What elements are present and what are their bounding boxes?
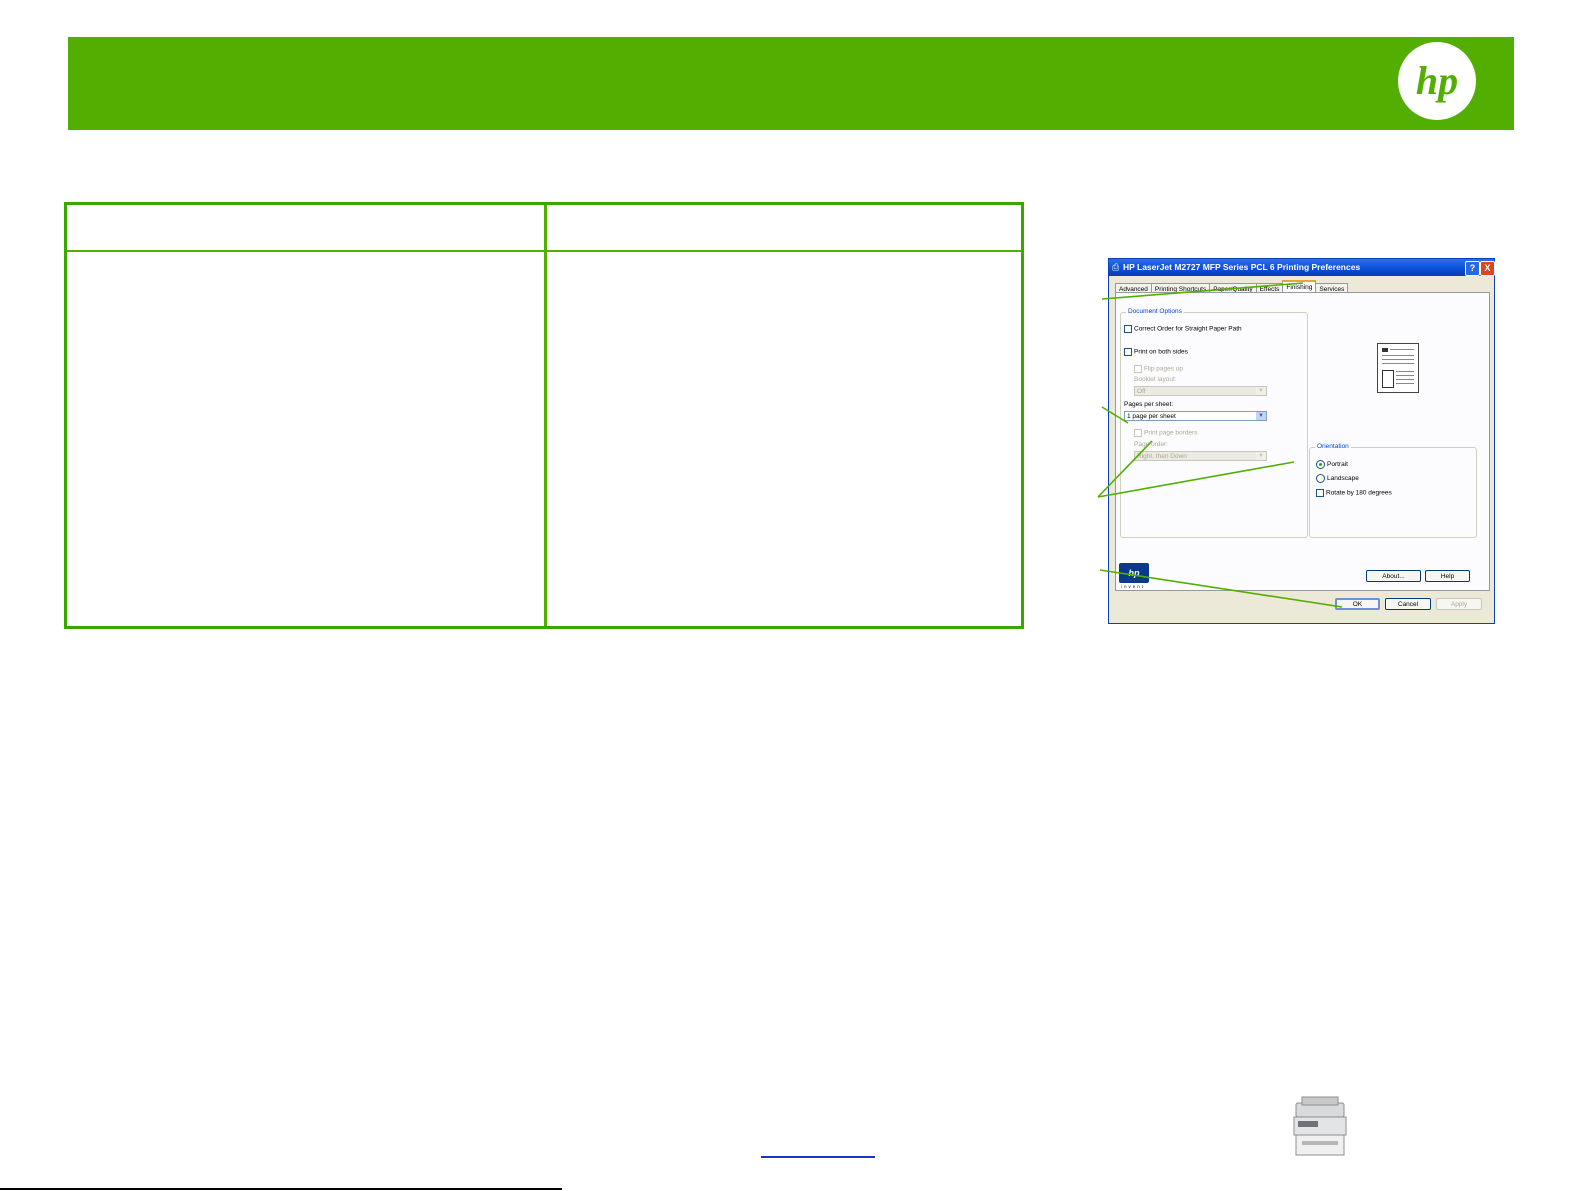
page-order-value: Right, then Down [1137, 453, 1187, 460]
printing-preferences-dialog: ⎙ HP LaserJet M2727 MFP Series PCL 6 Pri… [1108, 258, 1495, 624]
page-order-select[interactable]: Right, then Down ▼ [1134, 451, 1267, 461]
checkbox-box[interactable] [1316, 489, 1324, 497]
checkbox-box[interactable] [1134, 365, 1142, 373]
correct-order-label: Correct Order for Straight Paper Path [1134, 325, 1242, 333]
orientation-label: Orientation [1315, 443, 1351, 450]
dialog-titlebar[interactable]: ⎙ HP LaserJet M2727 MFP Series PCL 6 Pri… [1109, 259, 1495, 276]
flip-pages-up-checkbox[interactable]: Flip pages up [1134, 365, 1183, 373]
invent-tagline: invent [1121, 584, 1146, 589]
table-column-divider [544, 205, 547, 626]
print-both-sides-label: Print on both sides [1134, 348, 1188, 356]
footer-rule [0, 1188, 562, 1190]
correct-order-checkbox[interactable]: Correct Order for Straight Paper Path [1124, 325, 1242, 333]
chevron-down-icon: ▼ [1256, 387, 1266, 395]
chevron-down-icon: ▼ [1256, 412, 1266, 420]
tab-strip: Advanced Printing Shortcuts Paper/Quality E… [1115, 280, 1349, 295]
rotate-180-label: Rotate by 180 degrees [1326, 489, 1392, 497]
apply-button[interactable]: Apply [1436, 598, 1482, 610]
radio-icon[interactable] [1316, 474, 1325, 483]
pages-per-sheet-select[interactable]: 1 page per sheet ▼ [1124, 411, 1267, 421]
page-preview-image [1377, 343, 1419, 393]
hp-logo-icon: hp [1398, 42, 1476, 120]
footer-link-underline[interactable] [761, 1156, 875, 1158]
chevron-down-icon: ▼ [1256, 452, 1266, 460]
booklet-layout-label: Booklet layout: [1134, 376, 1177, 383]
landscape-radio[interactable]: Landscape [1316, 474, 1359, 483]
booklet-layout-select[interactable]: Off ▼ [1134, 386, 1267, 396]
checkbox-box[interactable] [1124, 325, 1132, 333]
orientation-group: Orientation Portrait Landscape Rotate by… [1309, 443, 1477, 538]
print-page-borders-label: Print page borders [1144, 429, 1198, 437]
help-button[interactable]: Help [1425, 570, 1470, 582]
close-title-button[interactable]: X [1480, 261, 1495, 276]
booklet-layout-value: Off [1137, 388, 1146, 395]
header-banner [68, 37, 1514, 130]
document-options-group: Document Options Correct Order for Strai… [1120, 308, 1308, 538]
checkbox-box[interactable] [1124, 348, 1132, 356]
print-both-sides-checkbox[interactable]: Print on both sides [1124, 348, 1188, 356]
hp-invent-logo-icon: hp [1119, 563, 1149, 583]
portrait-label: Portrait [1327, 461, 1348, 469]
portrait-radio[interactable]: Portrait [1316, 460, 1348, 469]
pages-per-sheet-label: Pages per sheet: [1124, 401, 1174, 408]
svg-text:hp: hp [1416, 58, 1458, 103]
print-page-borders-checkbox[interactable]: Print page borders [1134, 429, 1197, 437]
landscape-label: Landscape [1327, 475, 1359, 483]
dialog-title: HP LaserJet M2727 MFP Series PCL 6 Print… [1123, 262, 1361, 272]
page-order-label: Page order: [1134, 441, 1168, 448]
mfp-printer-icon [1293, 1096, 1347, 1156]
flip-pages-up-label: Flip pages up [1144, 365, 1184, 373]
document-options-label: Document Options [1126, 308, 1184, 315]
about-button[interactable]: About... [1366, 570, 1421, 582]
rotate-180-checkbox[interactable]: Rotate by 180 degrees [1316, 489, 1392, 497]
cancel-button[interactable]: Cancel [1385, 598, 1431, 610]
ok-button[interactable]: OK [1335, 598, 1380, 610]
pages-per-sheet-value: 1 page per sheet [1127, 413, 1176, 420]
checkbox-box[interactable] [1134, 429, 1142, 437]
help-title-button[interactable]: ? [1465, 261, 1480, 276]
steps-table [64, 202, 1024, 629]
printer-icon: ⎙ [1112, 262, 1120, 272]
finishing-panel: Document Options Correct Order for Strai… [1115, 292, 1490, 591]
radio-selected-icon[interactable] [1316, 460, 1325, 469]
